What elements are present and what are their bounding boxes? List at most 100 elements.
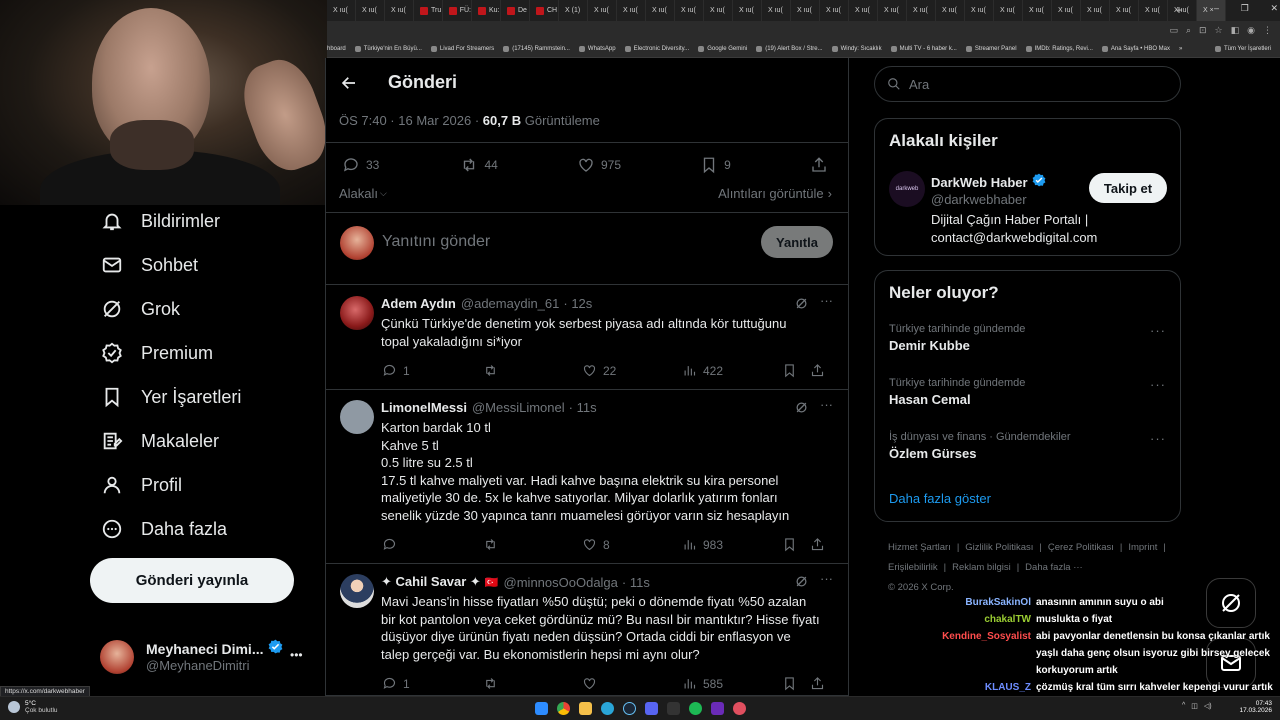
views-action[interactable]: 585: [682, 676, 782, 691]
grok-explain-icon[interactable]: [794, 400, 809, 420]
browser-tab[interactable]: X ıu(: [1052, 0, 1081, 21]
bookmark-action[interactable]: [782, 676, 810, 691]
reply-item[interactable]: LimonelMessi @MessiLimonel · 11s ··· Karton …: [326, 390, 848, 564]
bookmark-item[interactable]: Livad For Streamers: [430, 46, 494, 52]
bookmark-item[interactable]: Windy: Sıcaklık: [831, 46, 882, 52]
back-arrow-icon[interactable]: [340, 74, 358, 97]
bookmark-item[interactable]: Multi TV - 6 haber k...: [890, 46, 957, 52]
browser-tab[interactable]: De: [501, 0, 530, 21]
cast-icon[interactable]: ▭: [1169, 25, 1178, 36]
discord-icon[interactable]: [645, 702, 658, 715]
repost-action[interactable]: [482, 537, 582, 552]
bookmark-item[interactable]: Electronic Diversity...: [624, 46, 689, 52]
folder-icon[interactable]: [579, 702, 592, 715]
bookmark-star-icon[interactable]: ☆: [1215, 25, 1223, 36]
browser-tab[interactable]: X ıu(: [791, 0, 820, 21]
show-more-link[interactable]: Daha fazla göster: [889, 491, 991, 506]
reply-avatar[interactable]: [340, 574, 374, 608]
tray-chevron-icon[interactable]: ^: [1182, 702, 1185, 710]
browser-tab[interactable]: X ıu(: [733, 0, 762, 21]
bookmark-item[interactable]: Streamer Panel: [965, 46, 1017, 52]
browser-tab[interactable]: X ıu(: [849, 0, 878, 21]
reply-more-icon[interactable]: ···: [820, 571, 833, 586]
bookmark-action[interactable]: [782, 537, 810, 552]
minimize-button[interactable]: –: [1214, 3, 1219, 17]
share-action[interactable]: [810, 363, 831, 378]
account-switcher[interactable]: Meyhaneci Dimi... @MeyhaneDimitri •••: [100, 638, 310, 678]
menu-icon[interactable]: ⋮: [1263, 25, 1272, 36]
nav-item-daha-fazla[interactable]: Daha fazla: [100, 514, 227, 544]
repost-action[interactable]: [482, 363, 582, 378]
nav-item-profil[interactable]: Profil: [100, 470, 182, 500]
footer-link[interactable]: Gizlilik Politikası: [965, 538, 1033, 558]
extensions-icon[interactable]: ◧: [1231, 25, 1240, 36]
nav-item-grok[interactable]: Grok: [100, 294, 180, 324]
browser-tab[interactable]: FÜ:: [443, 0, 472, 21]
start-icon[interactable]: [535, 702, 548, 715]
reply-action[interactable]: [382, 537, 482, 552]
footer-link[interactable]: Reklam bilgisi: [952, 558, 1011, 578]
repost-action[interactable]: 44: [459, 156, 498, 174]
reply-more-icon[interactable]: ···: [820, 397, 833, 412]
clock[interactable]: 07:43 17.03.2026: [1236, 700, 1272, 714]
trend-more-icon[interactable]: ···: [1150, 323, 1166, 338]
nav-item-premium[interactable]: Premium: [100, 338, 213, 368]
reply-avatar[interactable]: [340, 296, 374, 330]
browser-tab[interactable]: X ıu(: [327, 0, 356, 21]
bookmark-item[interactable]: hboard: [327, 46, 346, 52]
bookmark-item[interactable]: »: [1179, 46, 1182, 52]
search-input[interactable]: Ara: [874, 66, 1181, 102]
steam-icon[interactable]: [623, 702, 636, 715]
views-action[interactable]: 422: [682, 363, 782, 378]
like-action[interactable]: 975: [577, 156, 621, 174]
edge-icon[interactable]: [601, 702, 614, 715]
zoom-icon[interactable]: ⌕: [1186, 25, 1191, 36]
trend-item[interactable]: İş dünyası ve finans · Gündemdekiler Özle…: [889, 431, 1180, 461]
browser-tab[interactable]: X ıu(: [1110, 0, 1139, 21]
reply-more-icon[interactable]: ···: [820, 293, 833, 308]
account-more-icon[interactable]: •••: [290, 648, 303, 662]
browser-tab[interactable]: X ıu(: [385, 0, 414, 21]
related-avatar[interactable]: darkweb: [889, 171, 925, 207]
browser-tab[interactable]: X ıu(: [588, 0, 617, 21]
browser-tab[interactable]: X ıu(: [1023, 0, 1052, 21]
browser-tab[interactable]: X ıu(: [907, 0, 936, 21]
like-action[interactable]: [582, 676, 682, 691]
profile-icon[interactable]: ◉: [1247, 25, 1255, 36]
nav-item-makaleler[interactable]: Makaleler: [100, 426, 219, 456]
footer-link[interactable]: Erişilebilirlik: [888, 558, 938, 578]
browser-tab[interactable]: X ıu(: [965, 0, 994, 21]
browser-tab[interactable]: Ku:: [472, 0, 501, 21]
share-action[interactable]: [810, 156, 834, 174]
browser-tab[interactable]: X ıu(: [1139, 0, 1168, 21]
footer-link[interactable]: Daha fazla ···: [1025, 558, 1083, 578]
bookmark-item[interactable]: Ana Sayfa • HBO Max: [1101, 46, 1170, 52]
browser-tab[interactable]: X ıu(: [1081, 0, 1110, 21]
browser-tab[interactable]: X ıu(: [820, 0, 849, 21]
grok-explain-icon[interactable]: [794, 296, 809, 316]
chrome-icon[interactable]: [557, 702, 570, 715]
sort-dropdown[interactable]: Alakalı ⌵: [339, 186, 387, 201]
network-icon[interactable]: ◫: [1191, 702, 1198, 710]
footer-link[interactable]: Imprint: [1128, 538, 1157, 558]
app-icon[interactable]: [711, 702, 724, 715]
translate-icon[interactable]: ⊡: [1199, 25, 1207, 36]
reply-action[interactable]: 1: [382, 676, 482, 691]
bookmark-item[interactable]: (17145) Rammstein...: [503, 46, 570, 52]
spotify-icon[interactable]: [689, 702, 702, 715]
reply-author-name[interactable]: LimonelMessi: [381, 400, 467, 415]
follow-button[interactable]: Takip et: [1089, 173, 1167, 203]
browser-tab[interactable]: X ıu(: [704, 0, 733, 21]
like-action[interactable]: 22: [582, 363, 682, 378]
reply-author-name[interactable]: ✦ Cahil Savar ✦: [381, 574, 481, 590]
bookmark-item[interactable]: WhatsApp: [578, 46, 616, 52]
weather-widget[interactable]: 5°C Çok bulutlu: [8, 700, 58, 714]
volume-icon[interactable]: ◁): [1204, 702, 1212, 710]
related-name[interactable]: DarkWeb Haber: [931, 175, 1028, 190]
browser-tab[interactable]: X ıu(: [994, 0, 1023, 21]
browser-tab[interactable]: CH: [530, 0, 559, 21]
trend-item[interactable]: Türkiye tarihinde gündemde Demir Kubbe ···: [889, 323, 1180, 353]
post-button[interactable]: Gönderi yayınla: [90, 558, 294, 603]
nav-item-bildirimler[interactable]: Bildirimler: [100, 206, 220, 236]
like-action[interactable]: 8: [582, 537, 682, 552]
